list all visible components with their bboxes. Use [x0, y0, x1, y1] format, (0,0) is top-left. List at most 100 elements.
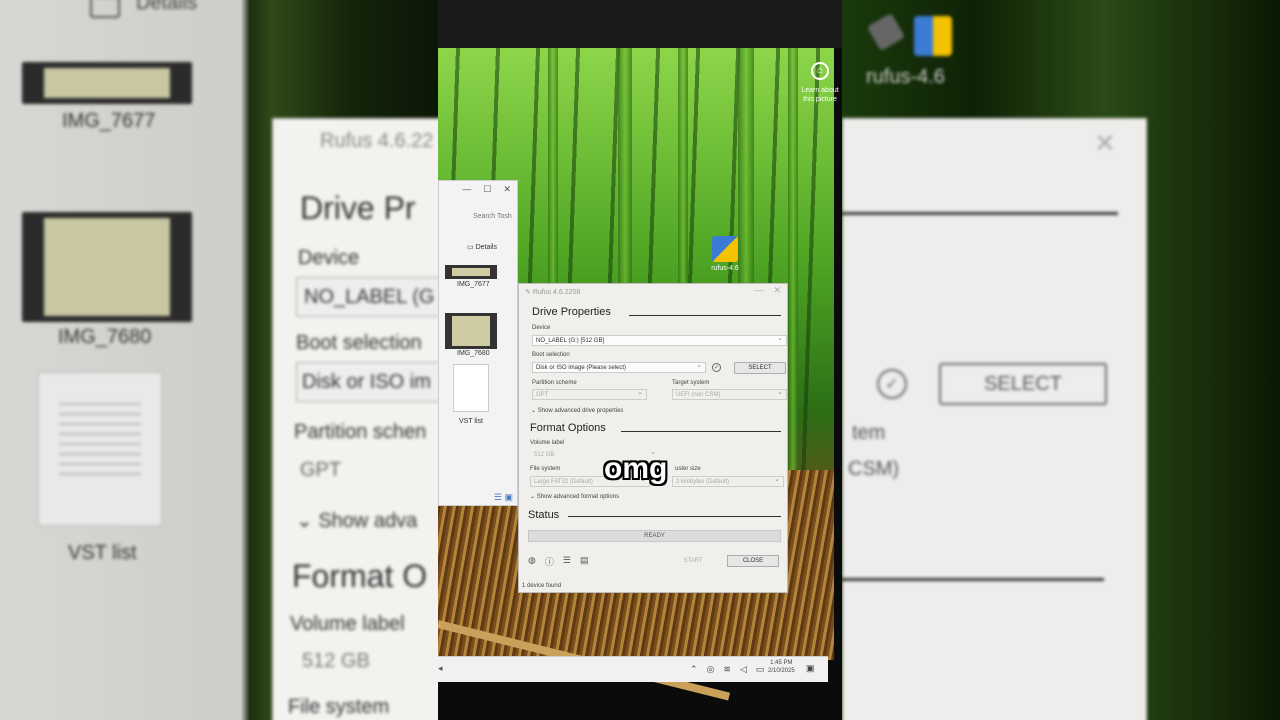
- gamepad-icon[interactable]: ◎: [707, 664, 715, 675]
- file-thumbnail[interactable]: [445, 265, 497, 279]
- phone-screen: ⌂ Learn about this picture rufus-4.6 — ☐…: [438, 0, 842, 720]
- blur-thumbnail-2: [22, 212, 192, 322]
- cluster-size-dropdown[interactable]: 2 kilobytes (Default): [672, 476, 784, 487]
- blur-img2-label: IMG_7680: [58, 326, 152, 348]
- battery-icon[interactable]: ▭: [756, 664, 765, 675]
- file-label: IMG_7677: [457, 281, 490, 288]
- blur-volume-label: Volume label: [290, 613, 405, 635]
- format-options-heading: Format Options: [530, 422, 606, 434]
- details-button[interactable]: ▭ Details: [467, 243, 497, 251]
- boot-selection-dropdown[interactable]: Disk or ISO image (Please select): [532, 362, 706, 373]
- blur-doc-label: VST list: [68, 542, 137, 564]
- rufus-title-text: Rufus 4.6.2208: [532, 289, 581, 296]
- left-blurred-backdrop: Details IMG_7677 IMG_7680 VST list Rufus…: [0, 0, 438, 720]
- cluster-size-label: uster size: [675, 466, 701, 472]
- blur-partition-label: Partition schen: [294, 421, 427, 443]
- rufus-app-icon: [712, 236, 738, 262]
- select-button[interactable]: SELECT: [734, 362, 786, 374]
- blur-boot-label: Boot selection: [296, 332, 422, 354]
- bamboo-stalk: [788, 48, 798, 508]
- details-icon: [90, 0, 120, 18]
- show-adv-format-text: Show advanced format options: [536, 494, 620, 500]
- desktop-icon-rufus[interactable]: rufus-4.6: [708, 236, 742, 272]
- rufus-title: ✎ Rufus 4.6.2208: [525, 288, 580, 296]
- camera-icon: ⌂: [811, 62, 829, 80]
- minimize-icon[interactable]: —: [754, 285, 763, 295]
- blur-thumbnail: [22, 62, 192, 104]
- blur-device-label: Device: [298, 247, 360, 269]
- blur-document-icon: [38, 372, 162, 526]
- shield-icon: [914, 16, 952, 56]
- taskbar-left-icon[interactable]: ◂: [438, 663, 443, 674]
- chevron-down-icon: ⌄: [296, 510, 319, 532]
- blur-format-heading: Format O: [292, 558, 428, 594]
- file-label: IMG_7680: [457, 350, 490, 357]
- details-icon: ▭: [467, 244, 476, 251]
- chevron-down-icon: ⌄: [530, 494, 537, 500]
- blur-rufus-window-right: [842, 118, 1147, 720]
- clock-time: 1:45 PM: [770, 660, 793, 666]
- notification-icon[interactable]: ▣: [806, 663, 815, 674]
- system-tray: ⌃ ◎ ≋ ◁ ▭: [690, 664, 764, 675]
- partition-scheme-dropdown[interactable]: GPT: [532, 389, 647, 400]
- taskbar: ◂ ⌃ ◎ ≋ ◁ ▭ 1:45 PM 2/10/2025 ▣: [438, 656, 828, 682]
- status-bar: READY: [528, 530, 781, 542]
- desktop-icon-label: rufus-4.6: [711, 265, 739, 272]
- boot-selection-label: Boot selection: [532, 352, 570, 358]
- file-system-label: File system: [530, 466, 561, 472]
- wifi-icon[interactable]: ≋: [723, 664, 731, 675]
- drive-properties-heading: Drive Properties: [532, 306, 611, 318]
- blur-csm-value: CSM): [848, 458, 900, 480]
- target-system-dropdown[interactable]: UEFI (non CSM): [672, 389, 787, 400]
- blur-target-label: tem: [852, 422, 886, 444]
- minimize-icon[interactable]: —: [462, 184, 471, 194]
- globe-icon[interactable]: ◍: [528, 555, 536, 568]
- blur-volume-value: 512 GB: [302, 650, 370, 672]
- maximize-icon[interactable]: ☐: [483, 184, 491, 194]
- learn-about-picture[interactable]: ⌂ Learn about this picture: [798, 62, 842, 104]
- blur-boot-value: Disk or ISO im: [302, 371, 431, 393]
- divider: [621, 431, 781, 432]
- status-heading: Status: [528, 509, 560, 521]
- log-icon[interactable]: ▤: [580, 555, 589, 568]
- blur-details-label: Details: [136, 0, 198, 14]
- device-dropdown[interactable]: NO_LABEL (G:) [512 GB]: [532, 335, 787, 346]
- file-explorer-window: — ☐ ✕ Search Tosh ▭ Details IMG_7677 IMG…: [438, 180, 518, 506]
- window-controls: — ✕: [754, 285, 781, 296]
- close-icon[interactable]: ✕: [773, 285, 781, 295]
- blur-show-adv: ⌄ Show adva: [296, 508, 417, 533]
- check-circle-icon: ✓: [877, 369, 907, 399]
- chevron-up-icon[interactable]: ⌃: [690, 664, 698, 675]
- close-button[interactable]: CLOSE: [727, 555, 779, 567]
- view-toggle-icon[interactable]: ☰ ▣: [494, 492, 513, 503]
- volume-label-label: Volume label: [530, 440, 565, 446]
- close-icon: ✕: [1094, 128, 1116, 158]
- show-adv-drive-text: Show advanced drive properties: [537, 408, 624, 414]
- clock[interactable]: 1:45 PM 2/10/2025: [768, 659, 795, 675]
- file-thumbnail[interactable]: [445, 313, 497, 349]
- document-icon[interactable]: [453, 364, 489, 412]
- start-button[interactable]: START: [669, 555, 717, 567]
- partition-scheme-label: Partition scheme: [532, 380, 577, 386]
- close-icon[interactable]: ✕: [503, 184, 511, 194]
- search-input[interactable]: Search Tosh: [439, 207, 519, 227]
- speaker-icon[interactable]: ◁: [740, 664, 747, 675]
- toolbar-icons: ◍ ⓘ ☰ ▤: [528, 555, 588, 568]
- window-controls: — ☐ ✕: [439, 181, 517, 197]
- rufus-icon: ✎: [525, 289, 533, 296]
- blur-fs-label: File system: [288, 696, 390, 718]
- blur-rufus-label: rufus-4.6: [866, 66, 945, 88]
- show-advanced-format-toggle[interactable]: ⌄ Show advanced format options: [530, 493, 619, 500]
- target-system-label: Target system: [672, 380, 710, 386]
- video-caption: omg: [604, 452, 668, 485]
- blur-divider-2: [842, 578, 1104, 581]
- settings-icon[interactable]: ☰: [563, 555, 571, 568]
- divider: [629, 315, 781, 316]
- show-advanced-drive-toggle[interactable]: ⌄ Show advanced drive properties: [531, 407, 623, 414]
- check-circle-icon[interactable]: ✓: [712, 363, 721, 372]
- blur-rufus-title: Rufus 4.6.22: [320, 130, 434, 152]
- details-label: Details: [475, 244, 497, 251]
- info-icon[interactable]: ⓘ: [545, 555, 554, 568]
- learn-label: Learn about this picture: [801, 87, 839, 103]
- chevron-down-icon: ⌄: [531, 408, 538, 414]
